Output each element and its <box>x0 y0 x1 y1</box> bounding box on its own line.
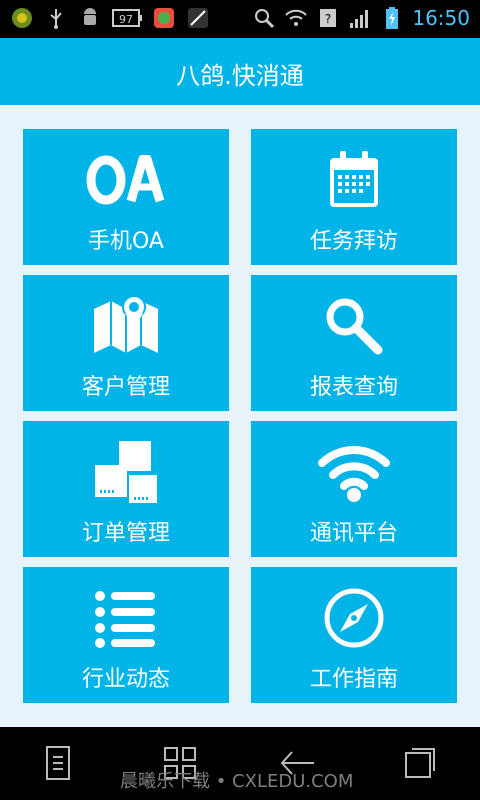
tile-order-management[interactable]: 订单管理 <box>23 421 229 557</box>
navigation-bar: 晨曦乐下载 • CXLEDU.COM <box>0 727 480 800</box>
tile-label: 工作指南 <box>309 667 398 692</box>
clock: 16:50 <box>412 6 470 30</box>
android-icon <box>78 6 102 30</box>
map-pin-icon <box>23 293 229 359</box>
menu-icon <box>43 745 73 785</box>
tile-label: 手机OA <box>88 229 164 254</box>
battery-icon: 97 <box>112 6 142 30</box>
header: 八鸽.快消通 <box>0 38 480 105</box>
wifi-icon <box>284 6 308 30</box>
menu-button[interactable] <box>38 745 78 785</box>
tile-report-query[interactable]: 报表查询 <box>251 275 457 411</box>
search-icon <box>252 6 276 30</box>
page-title: 八鸽.快消通 <box>176 62 304 90</box>
magnifier-icon <box>251 293 457 359</box>
tile-mobile-oa[interactable]: 手机OA <box>23 129 229 265</box>
boxes-icon <box>23 439 229 505</box>
tile-customer-management[interactable]: 客户管理 <box>23 275 229 411</box>
svg-text:?: ? <box>325 12 331 26</box>
sim-icon: ? <box>316 6 340 30</box>
oa-icon <box>23 147 229 213</box>
recent-apps-button[interactable] <box>400 745 440 785</box>
status-bar: 97 ? 16:50 <box>0 0 480 38</box>
tile-label: 任务拜访 <box>309 229 398 254</box>
app-icon <box>152 6 176 30</box>
tile-label: 报表查询 <box>309 375 398 400</box>
tile-label: 通讯平台 <box>309 521 398 546</box>
recent-apps-icon <box>402 745 438 785</box>
leaf-icon <box>186 6 210 30</box>
tile-grid: 手机OA 任务拜访 客户管理 报表查询 订单管理 通讯平台 行业动态 工作指南 <box>0 105 480 725</box>
app-badge-icon <box>10 6 34 30</box>
battery-percent-label: 97 <box>119 13 133 26</box>
charging-icon <box>380 6 404 30</box>
tile-label: 行业动态 <box>81 667 170 692</box>
tile-communication-platform[interactable]: 通讯平台 <box>251 421 457 557</box>
compass-icon <box>251 585 457 651</box>
tile-label: 客户管理 <box>81 375 170 400</box>
list-icon <box>23 585 229 651</box>
calendar-icon <box>251 147 457 213</box>
tile-task-visit[interactable]: 任务拜访 <box>251 129 457 265</box>
tile-label: 订单管理 <box>81 521 170 546</box>
tile-industry-news[interactable]: 行业动态 <box>23 567 229 703</box>
signal-icon <box>348 6 372 30</box>
wifi-icon <box>251 439 457 505</box>
usb-icon <box>44 6 68 30</box>
watermark: 晨曦乐下载 • CXLEDU.COM <box>120 771 354 792</box>
tile-work-guide[interactable]: 工作指南 <box>251 567 457 703</box>
